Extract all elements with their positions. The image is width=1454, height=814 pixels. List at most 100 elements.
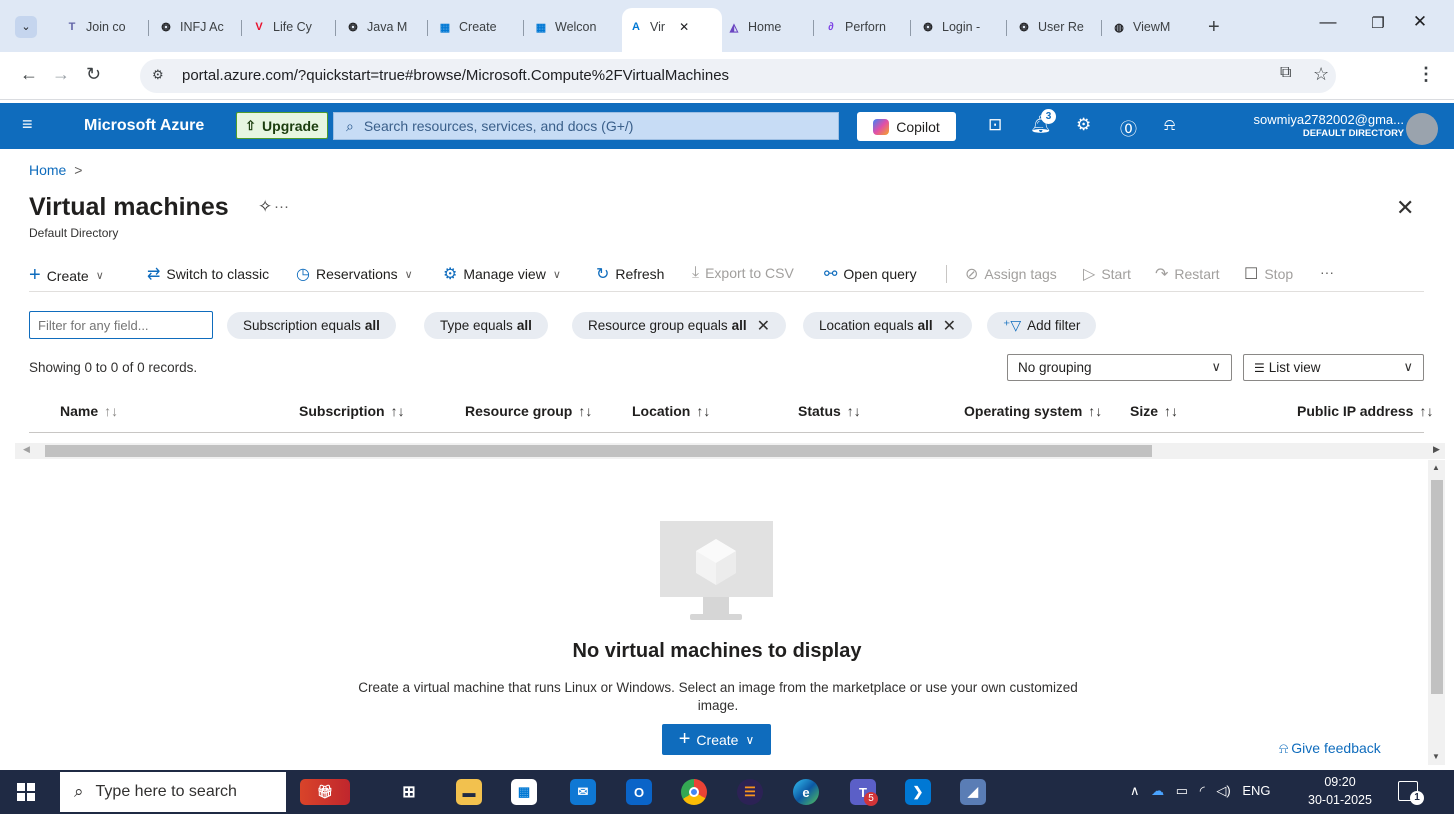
start-button[interactable]: ▷ Start — [1083, 264, 1131, 284]
column-header-os[interactable]: Operating system ↑↓ — [964, 403, 1102, 419]
remove-filter-icon[interactable]: ✕ — [757, 316, 770, 336]
forward-icon[interactable]: → — [52, 64, 70, 85]
remove-filter-icon[interactable]: ✕ — [943, 316, 956, 336]
volume-icon[interactable]: ◁) — [1216, 783, 1230, 798]
install-app-icon[interactable]: ⧉ — [1280, 64, 1291, 82]
browser-tab[interactable]: ◭ Home — [726, 10, 798, 44]
reservations-button[interactable]: ◷ Reservations ∨ — [296, 264, 413, 284]
avatar[interactable] — [1406, 113, 1438, 145]
scroll-down-arrow-icon[interactable]: ▼ — [1432, 752, 1440, 761]
column-header-resource-group[interactable]: Resource group ↑↓ — [465, 403, 592, 419]
close-blade-icon[interactable]: ✕ — [1396, 195, 1414, 221]
open-query-button[interactable]: ⚯ Open query — [824, 264, 917, 284]
resource-group-filter-pill[interactable]: Resource group equals all ✕ — [572, 312, 787, 339]
browser-tab[interactable]: ▦ Welcon — [533, 10, 607, 44]
onedrive-icon[interactable]: ☁ — [1151, 783, 1164, 798]
column-header-name[interactable]: Name ↑↓ — [60, 403, 118, 419]
restart-button[interactable]: ↷ Restart — [1155, 264, 1220, 284]
back-icon[interactable]: ← — [20, 64, 38, 85]
new-tab-button[interactable]: + — [1208, 10, 1220, 44]
browser-tab[interactable]: ❂ Login - — [920, 10, 992, 44]
bookmark-star-icon[interactable]: ☆ — [1313, 64, 1329, 85]
grouping-select[interactable]: No grouping ∨ — [1007, 354, 1232, 381]
site-info-icon[interactable]: ⚙ — [152, 67, 164, 83]
file-explorer-icon[interactable]: ▬ — [456, 779, 482, 805]
gift-flowers-icon[interactable]: 🎁︎ — [300, 779, 350, 805]
taskbar-search-box[interactable]: ⌕ Type here to search — [60, 772, 286, 812]
settings-gear-icon[interactable]: ⚙ — [1076, 115, 1091, 135]
stop-button[interactable]: ☐ Stop — [1244, 264, 1293, 284]
close-tab-icon[interactable]: ✕ — [679, 20, 689, 34]
view-select[interactable]: ☰ List view ∨ — [1243, 354, 1424, 381]
refresh-button[interactable]: ↻ Refresh — [596, 264, 664, 284]
show-hidden-icons-icon[interactable]: ∧ — [1130, 783, 1140, 798]
tab-search-button[interactable]: ⌄ — [15, 16, 37, 38]
scroll-up-arrow-icon[interactable]: ▲ — [1432, 463, 1440, 472]
give-feedback-link[interactable]: ⍾ Give feedback — [1279, 740, 1381, 757]
minimize-button[interactable]: — — [1308, 12, 1348, 32]
windows-start-icon[interactable] — [17, 783, 35, 801]
copilot-button[interactable]: Copilot — [857, 112, 956, 141]
reload-icon[interactable]: ↻ — [86, 64, 101, 85]
filter-input[interactable] — [29, 311, 213, 339]
address-bar[interactable]: ⚙ portal.azure.com/?quickstart=true#brow… — [140, 59, 1336, 93]
breadcrumb-home-link[interactable]: Home — [29, 162, 66, 178]
column-header-subscription[interactable]: Subscription ↑↓ — [299, 403, 405, 419]
browser-tab[interactable]: ❂ INFJ Ac — [158, 10, 230, 44]
empty-state-create-button[interactable]: + Create ∨ — [662, 724, 771, 755]
taskbar-clock[interactable]: 09:20 30-01-2025 — [1306, 773, 1374, 809]
mail-icon[interactable]: ✉ — [570, 779, 596, 805]
task-view-icon[interactable]: ⊞ — [396, 779, 422, 805]
browser-menu-icon[interactable]: ⋮ — [1417, 64, 1435, 85]
create-button[interactable]: + Create ∨ — [29, 264, 104, 287]
pin-icon[interactable]: ✧ — [258, 197, 272, 217]
column-header-public-ip[interactable]: Public IP address ↑↓ — [1297, 403, 1433, 419]
browser-tab[interactable]: V Life Cy — [251, 10, 323, 44]
vertical-scrollbar[interactable]: ▲ ▼ — [1428, 460, 1445, 765]
global-search-input[interactable]: ⌕ Search resources, services, and docs (… — [333, 112, 839, 140]
type-filter-pill[interactable]: Type equals all — [424, 312, 548, 339]
column-header-location[interactable]: Location ↑↓ — [632, 403, 710, 419]
language-indicator[interactable]: ENG — [1242, 783, 1270, 798]
cloud-shell-icon[interactable]: ⊡ — [988, 115, 1002, 135]
upgrade-button[interactable]: ⇧ Upgrade — [236, 112, 328, 139]
chrome-icon[interactable] — [681, 779, 707, 805]
browser-tab[interactable]: ❂ Java M — [345, 10, 415, 44]
browser-tab[interactable]: ▦ Create — [437, 10, 511, 44]
column-header-status[interactable]: Status ↑↓ — [798, 403, 861, 419]
vscode-icon[interactable]: ❯ — [905, 779, 931, 805]
battery-icon[interactable]: ▭ — [1176, 783, 1188, 798]
assign-tags-button[interactable]: ⊘ Assign tags — [965, 264, 1057, 284]
export-csv-button[interactable]: ⤓ Export to CSV — [692, 264, 794, 282]
horizontal-scrollbar[interactable]: ◀ ▶ — [15, 443, 1445, 459]
app-icon[interactable]: ◢ — [960, 779, 986, 805]
browser-tab[interactable]: A Vir ✕ — [628, 10, 712, 44]
edge-icon[interactable]: e — [793, 779, 819, 805]
location-filter-pill[interactable]: Location equals all ✕ — [803, 312, 972, 339]
browser-tab[interactable]: T Join co — [64, 10, 136, 44]
outlook-icon[interactable]: O — [626, 779, 652, 805]
browser-tab[interactable]: ∂ Perforn — [823, 10, 895, 44]
scroll-left-arrow-icon[interactable]: ◀ — [23, 444, 30, 455]
horizontal-scroll-thumb[interactable] — [45, 445, 1152, 457]
close-window-button[interactable]: ✕ — [1400, 12, 1440, 32]
more-commands-button[interactable]: ··· — [1320, 264, 1334, 280]
azure-brand[interactable]: Microsoft Azure — [84, 117, 204, 135]
wifi-icon[interactable]: ◜ — [1200, 783, 1205, 798]
maximize-button[interactable]: ❐ — [1358, 14, 1398, 32]
microsoft-store-icon[interactable]: ▦ — [511, 779, 537, 805]
switch-to-classic-button[interactable]: ⇄ Switch to classic — [147, 264, 269, 284]
hamburger-menu-icon[interactable]: ≡ — [22, 114, 33, 135]
browser-tab[interactable]: ◍ ViewM — [1111, 10, 1187, 44]
scroll-right-arrow-icon[interactable]: ▶ — [1433, 444, 1440, 455]
browser-tab[interactable]: ❂ User Re — [1016, 10, 1088, 44]
column-header-size[interactable]: Size ↑↓ — [1130, 403, 1178, 419]
feedback-person-icon[interactable]: ⍾ — [1164, 115, 1175, 135]
account-menu[interactable]: sowmiya2782002@gma... DEFAULT DIRECTORY — [1220, 112, 1405, 139]
subscription-filter-pill[interactable]: Subscription equals all — [227, 312, 396, 339]
eclipse-icon[interactable]: ☰ — [737, 779, 763, 805]
add-filter-button[interactable]: ⁺▽ Add filter — [987, 312, 1097, 339]
help-icon[interactable]: ⓪ — [1120, 115, 1137, 140]
manage-view-button[interactable]: ⚙ Manage view ∨ — [443, 264, 561, 284]
more-options-icon[interactable]: ··· — [274, 198, 289, 215]
